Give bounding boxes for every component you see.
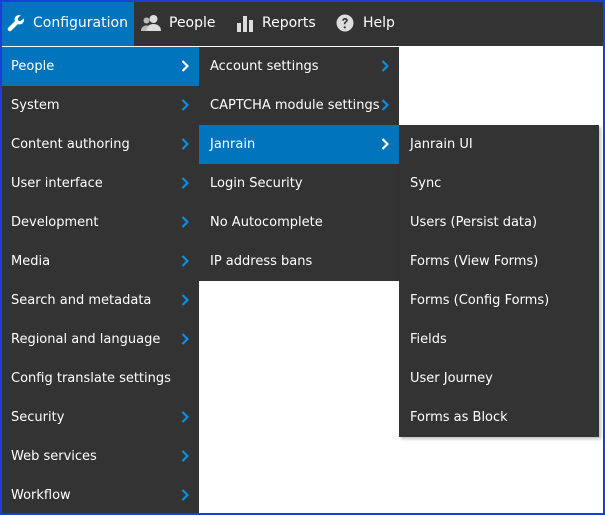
menu-item-label: Media xyxy=(11,254,51,269)
chevron-right-icon xyxy=(180,60,190,72)
chevron-right-icon xyxy=(180,489,190,501)
menu-item-label: CAPTCHA module settings xyxy=(210,98,380,113)
chevron-right-icon xyxy=(180,450,190,462)
toolbar-tab-label: Configuration xyxy=(33,15,128,31)
chevron-right-icon xyxy=(180,177,190,189)
menu-item-security[interactable]: Security xyxy=(0,398,199,437)
menu-item-label: Config translate settings xyxy=(11,371,171,386)
wrench-icon xyxy=(7,13,25,33)
bar-chart-icon xyxy=(236,13,254,33)
menu-item-label: Users (Persist data) xyxy=(410,215,538,230)
menu-item-label: Content authoring xyxy=(11,137,130,152)
menu-item-label: No Autocomplete xyxy=(210,215,323,230)
menu-item-label: Workflow xyxy=(11,488,71,503)
menu-item-label: Janrain UI xyxy=(410,137,473,152)
menu-item-login-security[interactable]: Login Security xyxy=(199,164,399,203)
configuration-menu: People System Content authoring User int… xyxy=(0,47,199,515)
question-circle-icon xyxy=(335,13,355,33)
toolbar-tab-reports[interactable]: Reports xyxy=(229,0,328,46)
menu-item-janrain[interactable]: Janrain xyxy=(199,125,399,164)
menu-item-user-journey[interactable]: User Journey xyxy=(399,359,599,398)
toolbar-tab-label: Help xyxy=(363,15,395,31)
menu-item-forms-as-block[interactable]: Forms as Block xyxy=(399,398,599,437)
chevron-right-icon xyxy=(180,255,190,267)
toolbar-tab-people[interactable]: People xyxy=(134,0,229,46)
menu-item-content-authoring[interactable]: Content authoring xyxy=(0,125,199,164)
toolbar-tab-label: Reports xyxy=(262,15,316,31)
chevron-right-icon xyxy=(180,216,190,228)
menu-item-label: Login Security xyxy=(210,176,303,191)
toolbar-tab-help[interactable]: Help xyxy=(328,0,418,46)
menu-item-label: Search and metadata xyxy=(11,293,152,308)
janrain-submenu: Janrain UI Sync Users (Persist data) For… xyxy=(399,125,599,437)
menu-item-label: IP address bans xyxy=(210,254,313,269)
menu-item-label: Fields xyxy=(410,332,447,347)
menu-item-ip-address-bans[interactable]: IP address bans xyxy=(199,242,399,281)
menu-item-workflow[interactable]: Workflow xyxy=(0,476,199,515)
chevron-right-icon xyxy=(180,99,190,111)
menu-item-media[interactable]: Media xyxy=(0,242,199,281)
menu-item-label: Account settings xyxy=(210,59,319,74)
admin-toolbar: Configuration People Reports Help xyxy=(0,0,605,46)
menu-item-label: Sync xyxy=(410,176,442,191)
chevron-right-icon xyxy=(380,99,390,111)
menu-item-label: Regional and language xyxy=(11,332,161,347)
menu-item-no-autocomplete[interactable]: No Autocomplete xyxy=(199,203,399,242)
chevron-right-icon xyxy=(380,138,390,150)
menu-item-label: Forms (View Forms) xyxy=(410,254,539,269)
menu-item-label: Forms as Block xyxy=(410,410,508,425)
chevron-right-icon xyxy=(380,60,390,72)
menu-item-forms-config-forms[interactable]: Forms (Config Forms) xyxy=(399,281,599,320)
people-submenu: Account settings CAPTCHA module settings… xyxy=(199,47,399,281)
menu-item-label: User Journey xyxy=(410,371,493,386)
menu-item-regional-and-language[interactable]: Regional and language xyxy=(0,320,199,359)
menu-item-label: Development xyxy=(11,215,99,230)
menu-item-system[interactable]: System xyxy=(0,86,199,125)
toolbar-tab-label: People xyxy=(169,15,216,31)
people-icon xyxy=(141,13,161,33)
menu-item-account-settings[interactable]: Account settings xyxy=(199,47,399,86)
menu-item-development[interactable]: Development xyxy=(0,203,199,242)
menu-item-forms-view-forms[interactable]: Forms (View Forms) xyxy=(399,242,599,281)
menu-item-janrain-ui[interactable]: Janrain UI xyxy=(399,125,599,164)
menu-item-label: Web services xyxy=(11,449,97,464)
chevron-right-icon xyxy=(180,333,190,345)
menu-item-label: Security xyxy=(11,410,65,425)
menu-item-user-interface[interactable]: User interface xyxy=(0,164,199,203)
menu-item-label: Janrain xyxy=(210,137,256,152)
menu-item-search-and-metadata[interactable]: Search and metadata xyxy=(0,281,199,320)
menu-item-sync[interactable]: Sync xyxy=(399,164,599,203)
menu-item-label: Forms (Config Forms) xyxy=(410,293,550,308)
menu-item-captcha-module-settings[interactable]: CAPTCHA module settings xyxy=(199,86,399,125)
menu-item-label: User interface xyxy=(11,176,103,191)
toolbar-tab-configuration[interactable]: Configuration xyxy=(0,0,134,46)
menu-item-label: People xyxy=(11,59,55,74)
menu-item-label: System xyxy=(11,98,60,113)
menu-item-people[interactable]: People xyxy=(0,47,199,86)
menu-item-fields[interactable]: Fields xyxy=(399,320,599,359)
chevron-right-icon xyxy=(180,138,190,150)
menu-item-web-services[interactable]: Web services xyxy=(0,437,199,476)
chevron-right-icon xyxy=(180,294,190,306)
chevron-right-icon xyxy=(180,411,190,423)
menu-item-users-persist-data[interactable]: Users (Persist data) xyxy=(399,203,599,242)
menu-item-config-translate-settings[interactable]: Config translate settings xyxy=(0,359,199,398)
